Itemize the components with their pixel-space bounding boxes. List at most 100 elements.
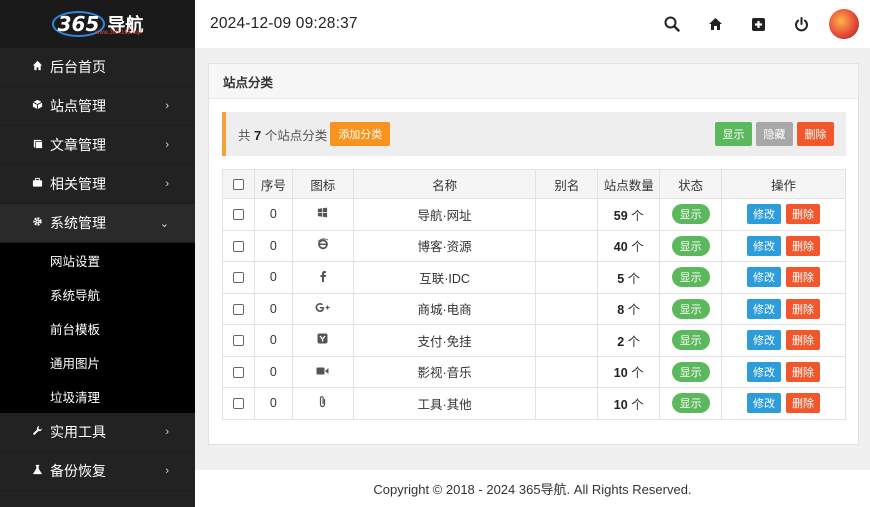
sidebar-item-related[interactable]: 相关管理 ›	[0, 165, 195, 204]
sidebar-item-backup[interactable]: 备份恢复 ›	[0, 452, 195, 491]
panel-title: 站点分类	[209, 64, 858, 99]
row-order: 0	[253, 198, 293, 231]
add-category-button[interactable]: 添加分类	[330, 122, 391, 146]
edit-button[interactable]: 修改	[747, 267, 782, 288]
edit-button[interactable]: 修改	[747, 204, 782, 225]
delete-button[interactable]: 删除	[786, 235, 821, 256]
bulk-hide-button[interactable]: 隐藏	[756, 122, 793, 146]
row-select-cell[interactable]	[222, 198, 255, 231]
row-status-cell: 显示	[659, 198, 723, 231]
select-all-checkbox[interactable]	[232, 179, 244, 191]
row-checkbox[interactable]	[232, 240, 244, 252]
row-checkbox[interactable]	[232, 209, 244, 221]
book-icon	[32, 138, 50, 152]
status-badge[interactable]: 显示	[671, 361, 710, 382]
row-status-cell: 显示	[659, 229, 723, 262]
sidebar-menu: 后台首页 站点管理 › 文章管理 › 相关管理 › 系统管理 ⌄	[0, 48, 195, 243]
row-name: 影视·音乐	[352, 355, 537, 388]
row-select-cell[interactable]	[222, 229, 255, 262]
status-badge[interactable]: 显示	[671, 204, 710, 225]
delete-button[interactable]: 删除	[786, 267, 821, 288]
table-row: 0 支付·免挂 2 个显示 修改 删除	[222, 324, 846, 357]
toolbar: 共 7 个站点分类 添加分类 显示 隐藏 删除	[222, 112, 846, 156]
chevron-right-icon: ›	[165, 139, 169, 151]
row-checkbox[interactable]	[232, 335, 244, 347]
sidebar-item-tools[interactable]: 实用工具 ›	[0, 413, 195, 452]
status-badge[interactable]: 显示	[671, 298, 710, 319]
briefcase-icon	[32, 177, 50, 191]
plus-square-icon[interactable]	[747, 13, 769, 35]
row-alias	[535, 324, 599, 357]
submenu-item-templates[interactable]: 前台模板	[0, 311, 195, 345]
row-actions: 修改 删除	[721, 292, 846, 325]
row-icon-cell	[291, 387, 354, 420]
current-datetime: 2024-12-09 09:28:37	[210, 15, 358, 32]
delete-button[interactable]: 删除	[786, 204, 821, 225]
edit-button[interactable]: 修改	[747, 361, 782, 382]
submenu-item-images[interactable]: 通用图片	[0, 345, 195, 379]
count-value: 7	[254, 127, 262, 143]
submenu-item-cleanup[interactable]: 垃圾清理	[0, 379, 195, 413]
row-checkbox[interactable]	[232, 398, 244, 410]
chevron-right-icon: ›	[165, 465, 169, 477]
category-table: 序号 图标 名称 别名 站点数量 状态 操作 0 导航·网址 59 个显示 修改 删除 0…	[222, 169, 846, 420]
row-select-cell[interactable]	[222, 355, 255, 388]
row-select-cell[interactable]	[222, 387, 255, 420]
windows-icon	[317, 207, 328, 221]
logo[interactable]: 365 导航 www.365.165.top	[0, 0, 195, 48]
flask-icon	[32, 464, 50, 478]
header-order: 序号	[253, 169, 293, 199]
row-checkbox[interactable]	[232, 272, 244, 284]
row-icon-cell	[291, 229, 354, 262]
sidebar-item-system[interactable]: 系统管理 ⌄	[0, 204, 195, 243]
row-select-cell[interactable]	[222, 261, 255, 294]
header-select-all[interactable]	[222, 169, 255, 199]
site-count-value: 2	[617, 334, 625, 349]
row-name: 工具·其他	[352, 387, 537, 420]
row-alias	[535, 261, 599, 294]
delete-button[interactable]: 删除	[786, 330, 821, 351]
site-count-unit: 个	[631, 397, 644, 412]
bulk-show-button[interactable]: 显示	[715, 122, 752, 146]
submenu-item-system-nav[interactable]: 系统导航	[0, 277, 195, 311]
delete-button[interactable]: 删除	[786, 393, 821, 414]
sidebar-item-label: 文章管理	[50, 137, 106, 153]
status-badge[interactable]: 显示	[671, 330, 710, 351]
power-icon[interactable]	[790, 13, 812, 35]
row-site-count: 40 个	[597, 229, 661, 262]
delete-button[interactable]: 删除	[786, 361, 821, 382]
row-checkbox[interactable]	[232, 366, 244, 378]
status-badge[interactable]: 显示	[671, 235, 710, 256]
row-name: 互联·IDC	[352, 261, 537, 294]
home-icon[interactable]	[704, 13, 726, 35]
status-badge[interactable]: 显示	[671, 267, 710, 288]
delete-button[interactable]: 删除	[786, 298, 821, 319]
header-site-count: 站点数量	[597, 169, 661, 199]
sidebar-item-home[interactable]: 后台首页	[0, 48, 195, 87]
bulk-actions: 显示 隐藏 删除	[715, 122, 846, 146]
search-icon[interactable]	[661, 13, 683, 35]
row-checkbox[interactable]	[232, 303, 244, 315]
row-name: 导航·网址	[352, 198, 537, 231]
edit-button[interactable]: 修改	[747, 235, 782, 256]
row-select-cell[interactable]	[222, 324, 255, 357]
edit-button[interactable]: 修改	[747, 298, 782, 319]
category-count: 共 7 个站点分类	[238, 125, 327, 144]
edit-button[interactable]: 修改	[747, 393, 782, 414]
sidebar-item-articles[interactable]: 文章管理 ›	[0, 126, 195, 165]
sidebar-item-label: 后台首页	[50, 59, 106, 75]
row-site-count: 10 个	[597, 387, 661, 420]
wrench-icon	[32, 425, 50, 439]
bulk-delete-button[interactable]: 删除	[797, 122, 834, 146]
logo-subtitle: www.365.165.top	[95, 30, 142, 36]
status-badge[interactable]: 显示	[671, 393, 710, 414]
site-count-unit: 个	[631, 208, 644, 223]
row-actions: 修改 删除	[721, 229, 846, 262]
row-select-cell[interactable]	[222, 292, 255, 325]
table-row: 0 导航·网址 59 个显示 修改 删除	[222, 198, 846, 231]
table-header-row: 序号 图标 名称 别名 站点数量 状态 操作	[222, 169, 846, 199]
sidebar-item-sites[interactable]: 站点管理 ›	[0, 87, 195, 126]
submenu-item-site-settings[interactable]: 网站设置	[0, 243, 195, 277]
edit-button[interactable]: 修改	[747, 330, 782, 351]
avatar[interactable]	[829, 9, 859, 39]
